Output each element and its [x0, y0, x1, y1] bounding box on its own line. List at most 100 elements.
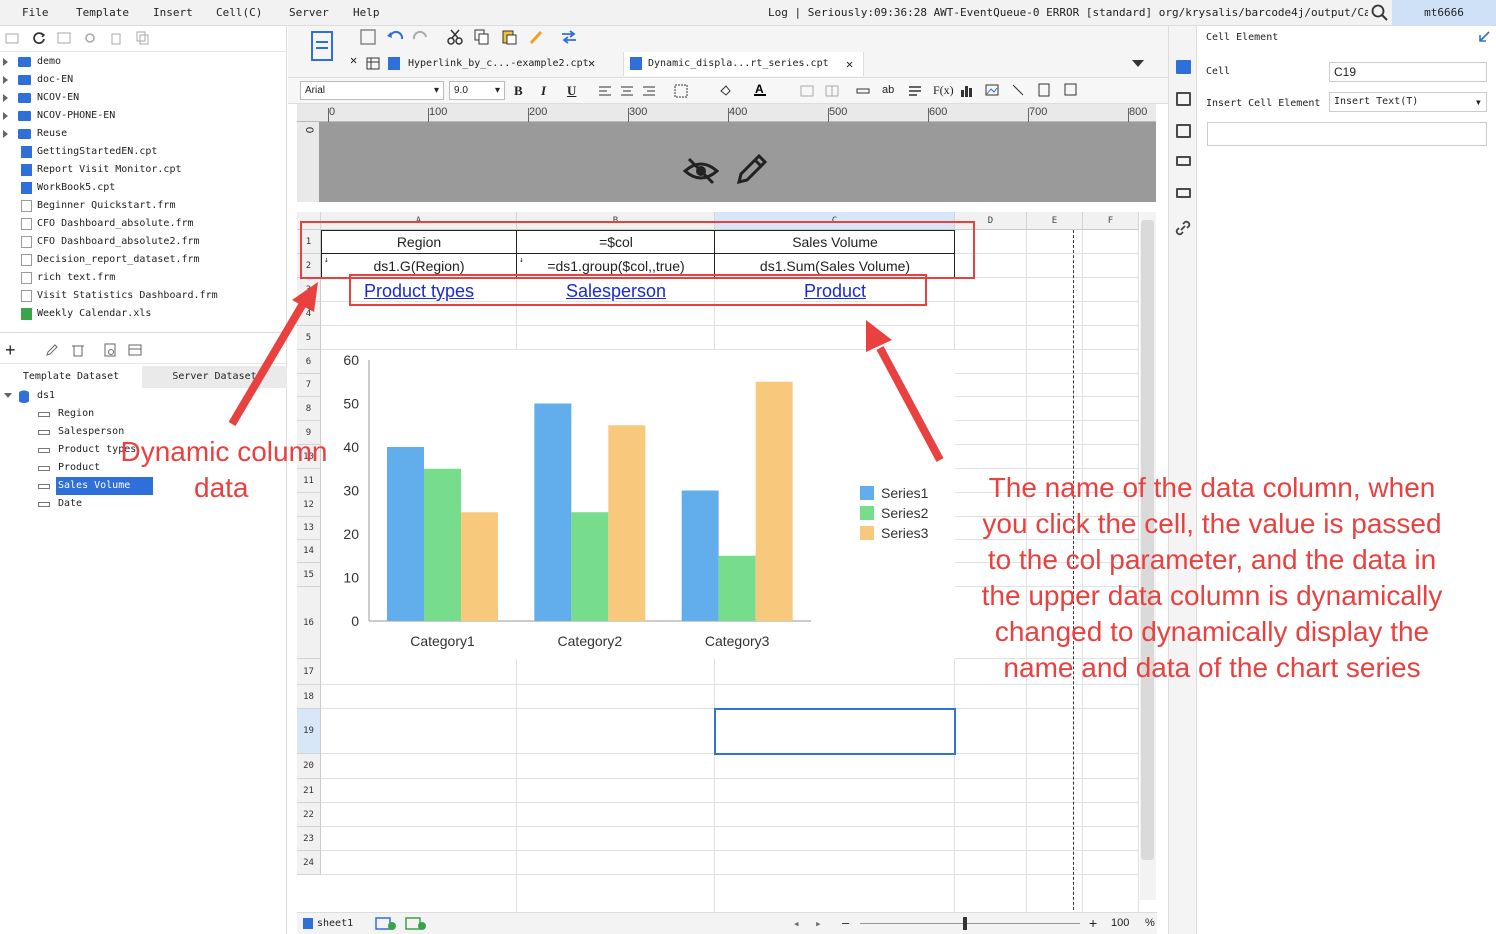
file-tree-item[interactable]: doc-EN: [0, 71, 287, 89]
row-header[interactable]: 4: [297, 302, 321, 326]
redo-icon[interactable]: [412, 29, 430, 45]
align-right-icon[interactable]: [642, 84, 656, 98]
formula-icon[interactable]: F(x): [933, 83, 954, 98]
row-header[interactable]: 17: [297, 659, 321, 685]
close-tab-icon[interactable]: ✕: [846, 52, 853, 76]
cell-selection-c19[interactable]: [714, 708, 956, 755]
new-folder-icon[interactable]: [5, 31, 19, 45]
file-tree-item[interactable]: Reuse: [0, 125, 287, 143]
collapse-arrow-icon[interactable]: [4, 393, 12, 398]
row-header[interactable]: 2: [297, 254, 321, 278]
hyperlink-c3[interactable]: Product: [715, 281, 955, 302]
font-color-icon[interactable]: A: [753, 82, 767, 96]
cell-a1[interactable]: Region: [321, 234, 517, 250]
sheet-tab[interactable]: sheet1: [317, 918, 353, 929]
zoom-slider-thumb[interactable]: [963, 917, 967, 930]
row-header[interactable]: 6: [297, 350, 321, 374]
column-header[interactable]: F: [1083, 212, 1139, 230]
row-header[interactable]: 3: [297, 278, 321, 302]
menu-help[interactable]: Help: [353, 6, 380, 19]
cell-content-input[interactable]: [1207, 122, 1487, 146]
split-icon[interactable]: [825, 84, 839, 98]
file-tree-item[interactable]: Report Visit Monitor.cpt: [0, 161, 287, 179]
column-header[interactable]: B: [517, 212, 715, 230]
more-icon[interactable]: [1064, 83, 1078, 97]
image-icon[interactable]: [985, 83, 999, 97]
hide-eye-icon[interactable]: [683, 155, 719, 187]
menu-server[interactable]: Server: [289, 6, 329, 19]
row-header[interactable]: 18: [297, 685, 321, 709]
column-header[interactable]: E: [1027, 212, 1083, 230]
add-sheet-icon[interactable]: [375, 917, 397, 931]
bar-chart[interactable]: 0 10 20 30 40 50 60 Category1 Category2 Category3…: [321, 350, 955, 659]
expand-arrow-icon[interactable]: [3, 76, 8, 84]
settings-icon[interactable]: [83, 31, 97, 45]
row-header[interactable]: 16: [297, 587, 321, 659]
file-tree-item[interactable]: demo: [0, 53, 287, 71]
row-header[interactable]: 1: [297, 230, 321, 254]
search-icon[interactable]: [1371, 4, 1389, 22]
column-header[interactable]: D: [955, 212, 1027, 230]
file-tree-item[interactable]: Weekly Calendar.xls: [0, 305, 287, 323]
cut-icon[interactable]: [447, 29, 463, 45]
tab-server-dataset[interactable]: Server Dataset: [142, 366, 287, 388]
refresh-icon[interactable]: [32, 31, 46, 45]
file-tree-item[interactable]: WorkBook5.cpt: [0, 179, 287, 197]
row-header[interactable]: 15: [297, 563, 321, 587]
row-header[interactable]: 19: [297, 709, 321, 754]
cell-name-input[interactable]: C19: [1329, 62, 1487, 82]
menu-cell[interactable]: Cell(C): [216, 6, 262, 19]
cell-b1[interactable]: =$col: [517, 234, 715, 250]
row-header[interactable]: 24: [297, 851, 321, 875]
file-tree-item[interactable]: NCOV-PHONE-EN: [0, 107, 287, 125]
zoom-in-button[interactable]: +: [1089, 915, 1097, 931]
close-tab-icon[interactable]: ✕: [350, 53, 357, 67]
italic-button[interactable]: I: [541, 83, 546, 99]
file-tree-item[interactable]: Visit Statistics Dashboard.frm: [0, 287, 287, 305]
grid-corner[interactable]: [297, 212, 321, 230]
menu-file[interactable]: File: [22, 6, 49, 19]
align-center-icon[interactable]: [620, 84, 634, 98]
row-header[interactable]: 14: [297, 540, 321, 563]
zoom-out-button[interactable]: —: [842, 916, 849, 930]
open-icon[interactable]: [57, 31, 71, 45]
insert-text-icon[interactable]: ab: [882, 84, 894, 96]
tab-dynamic-series-file[interactable]: Dynamic_displa...rt_series.cpt ✕: [624, 52, 864, 76]
close-tab-icon[interactable]: ✕: [588, 56, 595, 70]
cell-c1[interactable]: Sales Volume: [715, 234, 955, 250]
row-header[interactable]: 8: [297, 397, 321, 421]
font-size-select[interactable]: 9.0 ▾: [449, 81, 505, 100]
menu-template[interactable]: Template: [76, 6, 129, 19]
zoom-value[interactable]: 100: [1111, 917, 1129, 929]
hyperlink-a3[interactable]: Product types: [321, 281, 517, 302]
row-header[interactable]: 21: [297, 779, 321, 803]
expand-arrow-icon[interactable]: [3, 130, 8, 138]
save-icon[interactable]: [360, 29, 376, 45]
column-header[interactable]: C: [715, 212, 955, 230]
condition-icon[interactable]: [1176, 188, 1191, 198]
tab-menu-icon[interactable]: [1131, 57, 1145, 71]
edit-icon[interactable]: [45, 343, 59, 357]
preview-icon[interactable]: [103, 343, 117, 357]
row-header[interactable]: 7: [297, 374, 321, 397]
expand-arrow-icon[interactable]: [3, 112, 8, 120]
trash-icon[interactable]: [71, 343, 85, 357]
user-badge[interactable]: mt6666: [1392, 0, 1496, 26]
hyperlink-icon[interactable]: [1175, 220, 1191, 236]
cell-b2[interactable]: =ds1.group($col,,true): [517, 258, 715, 274]
slash-icon[interactable]: [1011, 83, 1025, 97]
row-header[interactable]: 20: [297, 754, 321, 779]
file-tree-item[interactable]: GettingStartedEN.cpt: [0, 143, 287, 161]
row-header[interactable]: 5: [297, 326, 321, 350]
edit-pencil-icon[interactable]: [735, 152, 769, 186]
dataset-field[interactable]: Region: [0, 405, 287, 423]
style-icon[interactable]: [1176, 124, 1191, 138]
widget-icon[interactable]: [1176, 156, 1191, 166]
row-header[interactable]: 23: [297, 827, 321, 851]
next-sheet-icon[interactable]: ▸: [815, 917, 822, 930]
align-left-icon[interactable]: [598, 84, 612, 98]
tab-template-dataset[interactable]: Template Dataset: [0, 366, 142, 388]
chart-icon[interactable]: [960, 83, 974, 97]
file-tree-item[interactable]: CFO Dashboard_absolute.frm: [0, 215, 287, 233]
border-icon[interactable]: [674, 84, 688, 98]
